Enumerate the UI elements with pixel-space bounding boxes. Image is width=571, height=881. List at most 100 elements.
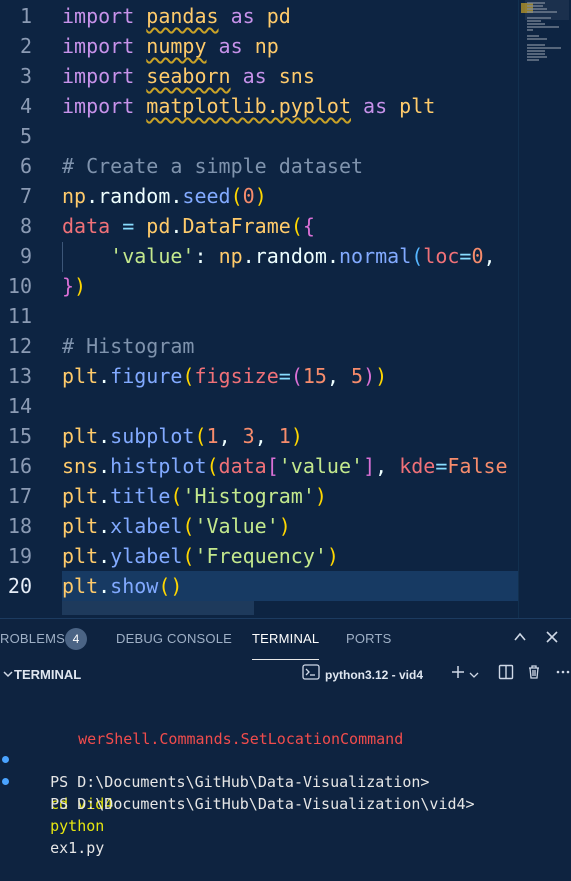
code-token: 'Value': [194, 514, 279, 538]
line-number: 19: [7, 544, 32, 568]
code-token: sns: [62, 454, 99, 478]
code-text[interactable]: import numpy as np: [62, 31, 279, 61]
code-token: .random.: [242, 244, 339, 268]
code-line[interactable]: 10}): [0, 271, 571, 301]
code-token: plt: [62, 484, 99, 508]
code-line[interactable]: 13 plt.figure(figsize=(15, 5)): [0, 361, 571, 391]
code-text[interactable]: import seaborn as sns: [62, 61, 315, 91]
tab-terminal[interactable]: TERMINAL: [252, 619, 320, 661]
code-text[interactable]: data = pd.DataFrame({: [62, 211, 315, 241]
code-text[interactable]: import matplotlib.pyplot as plt: [62, 91, 435, 121]
command-success-dot[interactable]: [2, 778, 9, 785]
code-token: sns: [278, 64, 315, 88]
code-token: data: [218, 454, 267, 478]
minimap-line: [527, 26, 559, 28]
code-line[interactable]: 4 import matplotlib.pyplot as plt: [0, 91, 571, 121]
code-line[interactable]: 18 plt.xlabel('Value'): [0, 511, 571, 541]
code-text[interactable]: plt.title('Histogram'): [62, 481, 327, 511]
code-token: import: [62, 4, 135, 28]
line-number: 10: [7, 274, 32, 298]
split-terminal-icon[interactable]: [495, 663, 517, 687]
code-token: ): [314, 484, 327, 508]
code-line[interactable]: 17 plt.title('Histogram'): [0, 481, 571, 511]
code-text[interactable]: plt.figure(figsize=(15, 5)): [62, 361, 387, 391]
code-line[interactable]: 1 import pandas as pd: [0, 1, 571, 31]
minimap-line: [527, 35, 539, 37]
code-line[interactable]: 16 sns.histplot(data['value'], kde=False: [0, 451, 571, 481]
command-success-dot[interactable]: [2, 756, 9, 763]
terminal-dropdown-icon[interactable]: [467, 663, 481, 687]
code-token: import: [62, 34, 135, 58]
code-token: 'value': [110, 244, 195, 268]
line-number: 2: [19, 34, 32, 58]
code-line[interactable]: 12 # Histogram: [0, 331, 571, 361]
code-text[interactable]: plt.subplot(1, 3, 1): [62, 421, 303, 451]
code-line[interactable]: 15 plt.subplot(1, 3, 1): [0, 421, 571, 451]
maximize-panel-icon[interactable]: [508, 627, 532, 651]
code-text[interactable]: # Histogram: [62, 331, 194, 361]
code-token: =: [459, 244, 472, 268]
code-token: as: [230, 64, 279, 88]
tab-ports[interactable]: PORTS: [346, 619, 392, 659]
code-token: plt: [62, 364, 99, 388]
code-line[interactable]: 7 np.random.seed(0): [0, 181, 571, 211]
code-text[interactable]: plt.xlabel('Value'): [62, 511, 291, 541]
code-token: =: [110, 214, 147, 238]
line-number: 14: [7, 394, 32, 418]
code-token: 15: [302, 364, 327, 388]
code-token: [: [266, 454, 279, 478]
line-number: 16: [7, 454, 32, 478]
code-line[interactable]: 20 plt.show(): [0, 571, 571, 601]
problems-count-badge: 4: [65, 628, 87, 650]
code-line[interactable]: 19 plt.ylabel('Frequency'): [0, 541, 571, 571]
tab-problems[interactable]: ROBLEMS: [0, 619, 65, 659]
code-text[interactable]: import pandas as pd: [62, 1, 291, 31]
code-token: .: [98, 424, 111, 448]
line-number: 5: [19, 124, 32, 148]
minimap-line: [527, 53, 545, 55]
code-text[interactable]: sns.histplot(data['value'], kde=False: [62, 451, 508, 481]
terminal-shell-name[interactable]: python3.12 - vid4: [325, 660, 423, 690]
code-token: .random.: [86, 184, 183, 208]
code-line[interactable]: 5: [0, 121, 571, 151]
code-token: (: [194, 424, 207, 448]
code-token: as: [351, 94, 400, 118]
horizontal-scrollbar[interactable]: [62, 601, 254, 615]
code-token: 0: [242, 184, 255, 208]
code-text[interactable]: np.random.seed(0): [62, 181, 267, 211]
code-token: (: [206, 454, 219, 478]
terminal-command-arg: ex1.py: [50, 839, 105, 857]
line-number: 3: [19, 64, 32, 88]
code-token: data: [62, 214, 111, 238]
code-editor[interactable]: 1 import pandas as pd 2 import numpy as np 3…: [0, 0, 571, 618]
code-line[interactable]: 3 import seaborn as sns: [0, 61, 571, 91]
line-number: 13: [7, 364, 32, 388]
code-line[interactable]: 11: [0, 301, 571, 331]
minimap-line: [527, 11, 557, 13]
close-panel-icon[interactable]: [540, 627, 564, 651]
code-line[interactable]: 6 # Create a simple dataset: [0, 151, 571, 181]
tab-debug-console[interactable]: DEBUG CONSOLE: [116, 619, 232, 659]
code-line[interactable]: 2 import numpy as np: [0, 31, 571, 61]
add-terminal-icon[interactable]: [447, 663, 469, 687]
tab-terminal-label: TERMINAL: [252, 631, 320, 646]
code-text[interactable]: 'value': np.random.normal(loc=0,: [62, 241, 495, 271]
terminal-output[interactable]: werShell.Commands.SetLocationCommand PS …: [0, 690, 571, 857]
code-token: ): [290, 424, 303, 448]
minimap-line: [527, 50, 545, 52]
code-token: ]: [363, 454, 376, 478]
code-text[interactable]: plt.show(): [62, 571, 182, 601]
tab-debug-console-label: DEBUG CONSOLE: [116, 631, 233, 646]
minimap[interactable]: [518, 0, 571, 618]
trash-icon[interactable]: [523, 663, 545, 687]
code-text[interactable]: # Create a simple dataset: [62, 151, 363, 181]
code-text[interactable]: plt.ylabel('Frequency'): [62, 541, 339, 571]
code-line[interactable]: 14: [0, 391, 571, 421]
code-line[interactable]: 8 data = pd.DataFrame({: [0, 211, 571, 241]
code-line[interactable]: 9 'value': np.random.normal(loc=0,: [0, 241, 571, 271]
code-token: plt: [62, 424, 99, 448]
code-text[interactable]: }): [62, 271, 86, 301]
more-actions-icon[interactable]: [552, 663, 571, 687]
